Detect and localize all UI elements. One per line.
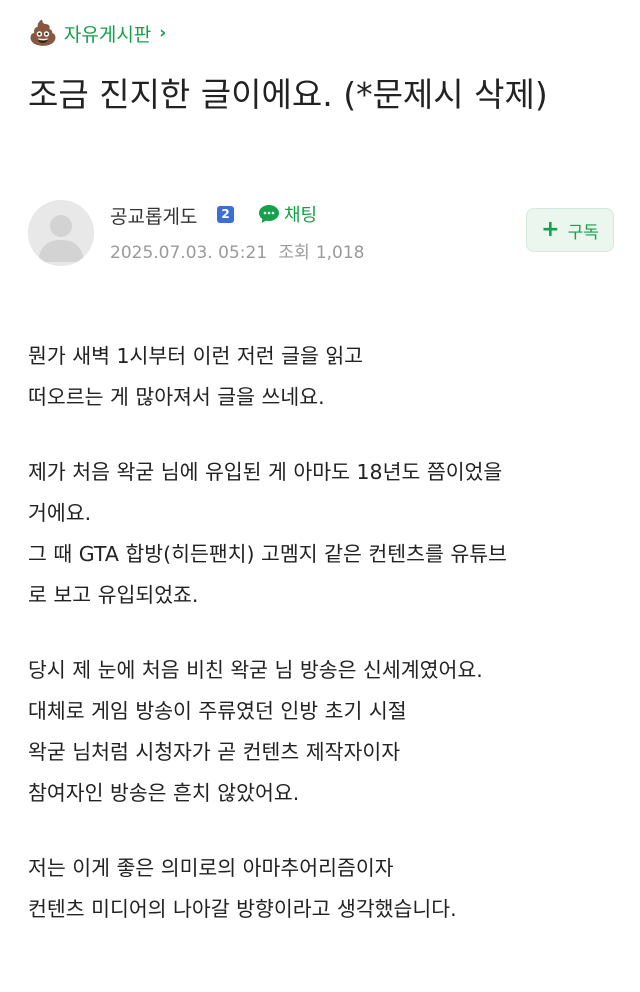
author-name[interactable]: 공교롭게도 <box>110 202 197 229</box>
body-line: 저는 이게 좋은 의미로의 아마추어리즘이자 <box>28 856 394 880</box>
body-line: 제가 처음 왁굳 님에 유입된 게 아마도 18년도 쯤이었을 <box>28 460 503 484</box>
level-badge: 2 <box>217 206 234 223</box>
body-paragraph: 제가 처음 왁굳 님에 유입된 게 아마도 18년도 쯤이었을거에요. 그 때 G… <box>28 452 612 616</box>
body-line: 왁굳 님처럼 시청자가 곧 컨텐츠 제작자이자 <box>28 740 401 764</box>
default-user-icon <box>28 200 94 266</box>
body-line: 대체로 게임 방송이 주류였던 인방 초기 시절 <box>28 699 407 723</box>
body-line: 떠오르는 게 많아져서 글을 쓰네요. <box>28 385 325 409</box>
body-paragraph: 저는 이게 좋은 의미로의 아마추어리즘이자컨텐츠 미디어의 나아갈 방향이라고… <box>28 848 612 930</box>
poop-emoji-icon: 💩 <box>28 19 58 47</box>
post-meta: 2025.07.03. 05:21 조회 1,018 <box>110 238 371 263</box>
body-paragraph: 뭔가 새벽 1시부터 이런 저런 글을 읽고떠오르는 게 많아져서 글을 쓰네요… <box>28 336 612 418</box>
body-line: 컨텐츠 미디어의 나아갈 방향이라고 생각했습니다. <box>28 897 457 921</box>
avatar[interactable] <box>28 200 94 266</box>
body-line: 뭔가 새벽 1시부터 이런 저런 글을 읽고 <box>28 344 364 368</box>
post-title: 조금 진지한 글이에요. (*문제시 삭제) <box>28 75 548 114</box>
post-date: 2025.07.03. 05:21 <box>110 243 268 263</box>
chat-bubble-icon <box>259 205 279 223</box>
author-row: 공교롭게도 2 채팅 2025.07.03. 05:21 조회 1,018 + 구… <box>28 196 614 268</box>
board-link[interactable]: 💩 자유게시판 › <box>28 16 166 50</box>
body-paragraph: 당시 제 눈에 처음 비친 왁굳 님 방송은 신세계였어요. 대체로 게임 방송이… <box>28 650 612 814</box>
plus-icon: + <box>541 217 560 242</box>
views-count: 1,018 <box>315 243 365 263</box>
views-label: 조회 <box>278 243 310 263</box>
body-line: 로 보고 유입되었죠. <box>28 583 199 607</box>
chevron-right-icon: › <box>159 23 167 43</box>
post-body: 뭔가 새벽 1시부터 이런 저런 글을 읽고떠오르는 게 많아져서 글을 쓰네요… <box>28 336 612 964</box>
subscribe-label: 구독 <box>567 222 599 243</box>
body-line: 참여자인 방송은 흔치 않았어요. <box>28 781 300 805</box>
post-page: 💩 자유게시판 › 조금 진지한 글이에요. (*문제시 삭제) 공교롭게도 2… <box>0 0 640 992</box>
board-name: 자유게시판 <box>63 23 152 46</box>
body-line: 당시 제 눈에 처음 비친 왁굳 님 방송은 신세계였어요. <box>28 658 483 682</box>
subscribe-button[interactable]: + 구독 <box>526 208 614 252</box>
body-line: 그 때 GTA 합방(히든팬치) 고멤지 같은 컨텐츠를 유튜브 <box>28 542 507 566</box>
body-line: 거에요. <box>28 501 92 525</box>
chat-label: 채팅 <box>284 205 318 226</box>
chat-button[interactable]: 채팅 <box>258 201 317 227</box>
